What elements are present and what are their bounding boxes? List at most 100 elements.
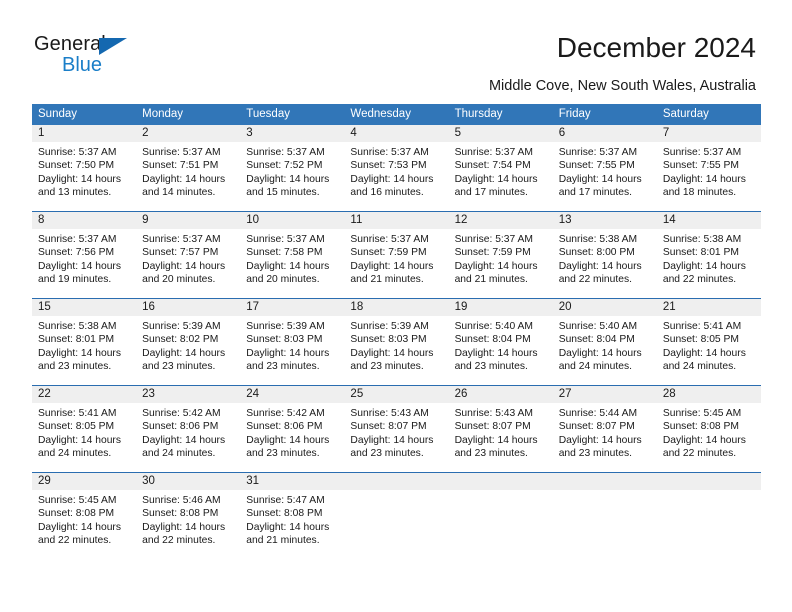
calendar-day-cell[interactable]: 15 Sunrise: 5:38 AM Sunset: 8:01 PM Dayligh… bbox=[32, 299, 137, 385]
daylight-duration-line1: Daylight: 14 hours bbox=[142, 260, 226, 272]
calendar-day-cell[interactable]: 21 Sunrise: 5:41 AM Sunset: 8:05 PM Dayligh… bbox=[656, 299, 761, 385]
sunset-time: Sunset: 8:08 PM bbox=[662, 421, 739, 433]
daylight-duration-line1: Daylight: 14 hours bbox=[558, 260, 642, 272]
sunrise-time: Sunrise: 5:37 AM bbox=[246, 147, 325, 158]
day-number: 29 bbox=[32, 473, 137, 490]
day-details: Sunrise: 5:37 AM Sunset: 7:59 PM Daylight:… bbox=[344, 229, 448, 286]
daylight-duration-line1: Daylight: 14 hours bbox=[454, 347, 538, 359]
calendar-day-cell[interactable]: 28 Sunrise: 5:45 AM Sunset: 8:08 PM Dayligh… bbox=[656, 386, 761, 472]
sunset-time: Sunset: 8:06 PM bbox=[142, 421, 219, 433]
daylight-duration-line2: and 20 minutes. bbox=[142, 273, 216, 285]
calendar-day-cell[interactable]: 31 Sunrise: 5:47 AM Sunset: 8:08 PM Dayligh… bbox=[240, 473, 345, 559]
calendar-day-cell[interactable]: 1 Sunrise: 5:37 AM Sunset: 7:50 PM Daylight… bbox=[32, 125, 137, 211]
calendar-day-cell[interactable]: 20 Sunrise: 5:40 AM Sunset: 8:04 PM Dayligh… bbox=[552, 299, 657, 385]
calendar-day-cell[interactable]: 13 Sunrise: 5:38 AM Sunset: 8:00 PM Dayligh… bbox=[552, 212, 657, 298]
day-details: Sunrise: 5:37 AM Sunset: 7:55 PM Daylight:… bbox=[553, 142, 657, 199]
calendar-day-cell[interactable]: 14 Sunrise: 5:38 AM Sunset: 8:01 PM Dayligh… bbox=[656, 212, 761, 298]
day-details: Sunrise: 5:38 AM Sunset: 8:01 PM Daylight:… bbox=[32, 316, 136, 373]
day-details: Sunrise: 5:45 AM Sunset: 8:08 PM Daylight:… bbox=[32, 490, 136, 547]
day-details: Sunrise: 5:37 AM Sunset: 7:50 PM Daylight:… bbox=[32, 142, 136, 199]
day-details: Sunrise: 5:42 AM Sunset: 8:06 PM Daylight:… bbox=[240, 403, 344, 460]
day-details: Sunrise: 5:37 AM Sunset: 7:57 PM Daylight:… bbox=[136, 229, 240, 286]
calendar-day-cell[interactable]: 30 Sunrise: 5:46 AM Sunset: 8:08 PM Dayligh… bbox=[136, 473, 241, 559]
sunrise-time: Sunrise: 5:41 AM bbox=[38, 408, 117, 419]
calendar-day-cell[interactable]: 5 Sunrise: 5:37 AM Sunset: 7:54 PM Daylight… bbox=[448, 125, 553, 211]
day-details bbox=[553, 490, 657, 494]
sunset-time: Sunset: 8:08 PM bbox=[246, 508, 323, 520]
calendar-day-cell[interactable]: 4 Sunrise: 5:37 AM Sunset: 7:53 PM Daylight… bbox=[344, 125, 449, 211]
sunset-time: Sunset: 8:05 PM bbox=[38, 421, 115, 433]
daylight-duration-line2: and 21 minutes. bbox=[350, 273, 424, 285]
calendar-day-cell[interactable]: 16 Sunrise: 5:39 AM Sunset: 8:02 PM Dayligh… bbox=[136, 299, 241, 385]
weekday-header-thursday: Thursday bbox=[454, 108, 503, 120]
calendar-week-inner: 22 Sunrise: 5:41 AM Sunset: 8:05 PM Dayligh… bbox=[32, 386, 761, 472]
calendar-day-cell[interactable]: 22 Sunrise: 5:41 AM Sunset: 8:05 PM Dayligh… bbox=[32, 386, 137, 472]
sunset-time: Sunset: 8:01 PM bbox=[38, 334, 115, 346]
calendar-week-inner: 8 Sunrise: 5:37 AM Sunset: 7:56 PM Daylight… bbox=[32, 212, 761, 298]
daylight-duration-line1: Daylight: 14 hours bbox=[662, 347, 746, 359]
daylight-duration-line2: and 19 minutes. bbox=[38, 273, 112, 285]
daylight-duration-line2: and 23 minutes. bbox=[454, 360, 528, 372]
sunrise-time: Sunrise: 5:37 AM bbox=[142, 234, 221, 245]
sunrise-time: Sunrise: 5:37 AM bbox=[246, 234, 325, 245]
calendar-day-cell[interactable]: 29 Sunrise: 5:45 AM Sunset: 8:08 PM Dayligh… bbox=[32, 473, 137, 559]
calendar-day-cell[interactable]: 25 Sunrise: 5:43 AM Sunset: 8:07 PM Dayligh… bbox=[344, 386, 449, 472]
weekday-header-monday: Monday bbox=[142, 108, 184, 120]
sunrise-time: Sunrise: 5:43 AM bbox=[454, 408, 533, 419]
day-details: Sunrise: 5:40 AM Sunset: 8:04 PM Daylight:… bbox=[449, 316, 553, 373]
day-details: Sunrise: 5:38 AM Sunset: 8:01 PM Daylight:… bbox=[657, 229, 761, 286]
daylight-duration-line1: Daylight: 14 hours bbox=[38, 434, 121, 446]
day-details: Sunrise: 5:37 AM Sunset: 7:59 PM Daylight:… bbox=[449, 229, 553, 286]
calendar-day-cell[interactable]: 3 Sunrise: 5:37 AM Sunset: 7:52 PM Daylight… bbox=[240, 125, 345, 211]
calendar-day-cell[interactable]: 10 Sunrise: 5:37 AM Sunset: 7:58 PM Dayligh… bbox=[240, 212, 345, 298]
sunrise-time: Sunrise: 5:46 AM bbox=[142, 495, 221, 506]
daylight-duration-line2: and 22 minutes. bbox=[142, 534, 216, 546]
day-number: 13 bbox=[552, 212, 657, 229]
day-number: 11 bbox=[344, 212, 449, 229]
daylight-duration-line2: and 15 minutes. bbox=[246, 186, 320, 198]
calendar-day-cell[interactable]: 24 Sunrise: 5:42 AM Sunset: 8:06 PM Dayligh… bbox=[240, 386, 345, 472]
daylight-duration-line1: Daylight: 14 hours bbox=[558, 434, 642, 446]
day-details: Sunrise: 5:37 AM Sunset: 7:58 PM Daylight:… bbox=[240, 229, 344, 286]
calendar-day-cell[interactable]: 8 Sunrise: 5:37 AM Sunset: 7:56 PM Daylight… bbox=[32, 212, 137, 298]
daylight-duration-line2: and 17 minutes. bbox=[454, 186, 528, 198]
day-number: 12 bbox=[448, 212, 553, 229]
calendar-day-cell[interactable]: 26 Sunrise: 5:43 AM Sunset: 8:07 PM Dayligh… bbox=[448, 386, 553, 472]
calendar-week-row: 15 Sunrise: 5:38 AM Sunset: 8:01 PM Dayligh… bbox=[32, 298, 761, 385]
calendar-day-cell[interactable]: 7 Sunrise: 5:37 AM Sunset: 7:55 PM Daylight… bbox=[656, 125, 761, 211]
calendar-day-cell[interactable]: 18 Sunrise: 5:39 AM Sunset: 8:03 PM Dayligh… bbox=[344, 299, 449, 385]
calendar-day-cell[interactable]: 6 Sunrise: 5:37 AM Sunset: 7:55 PM Daylight… bbox=[552, 125, 657, 211]
calendar-day-cell[interactable]: 9 Sunrise: 5:37 AM Sunset: 7:57 PM Daylight… bbox=[136, 212, 241, 298]
daylight-duration-line1: Daylight: 14 hours bbox=[38, 521, 121, 533]
weekday-header-row: Sunday Monday Tuesday Wednesday Thursday… bbox=[32, 104, 761, 125]
daylight-duration-line1: Daylight: 14 hours bbox=[350, 434, 434, 446]
day-number: 1 bbox=[32, 125, 137, 142]
daylight-duration-line1: Daylight: 14 hours bbox=[142, 521, 226, 533]
daylight-duration-line1: Daylight: 14 hours bbox=[246, 347, 330, 359]
daylight-duration-line1: Daylight: 14 hours bbox=[662, 434, 746, 446]
calendar-day-cell[interactable]: 19 Sunrise: 5:40 AM Sunset: 8:04 PM Dayligh… bbox=[448, 299, 553, 385]
calendar-day-cell[interactable]: 17 Sunrise: 5:39 AM Sunset: 8:03 PM Dayligh… bbox=[240, 299, 345, 385]
calendar-day-cell[interactable]: 11 Sunrise: 5:37 AM Sunset: 7:59 PM Dayligh… bbox=[344, 212, 449, 298]
sunset-time: Sunset: 7:53 PM bbox=[350, 160, 427, 172]
daylight-duration-line1: Daylight: 14 hours bbox=[454, 173, 538, 185]
sunrise-time: Sunrise: 5:38 AM bbox=[558, 234, 638, 245]
daylight-duration-line2: and 21 minutes. bbox=[454, 273, 528, 285]
day-details: Sunrise: 5:45 AM Sunset: 8:08 PM Daylight:… bbox=[657, 403, 761, 460]
calendar-weeks: 1 Sunrise: 5:37 AM Sunset: 7:50 PM Daylight… bbox=[32, 125, 761, 559]
generalblue-logo[interactable]: General Blue bbox=[34, 33, 234, 85]
logo-text-general: General bbox=[34, 33, 106, 55]
day-details: Sunrise: 5:37 AM Sunset: 7:53 PM Daylight:… bbox=[344, 142, 448, 199]
calendar-week-inner: 15 Sunrise: 5:38 AM Sunset: 8:01 PM Dayligh… bbox=[32, 299, 761, 385]
day-details bbox=[657, 490, 761, 494]
day-details bbox=[449, 490, 553, 494]
calendar-day-cell[interactable]: 27 Sunrise: 5:44 AM Sunset: 8:07 PM Dayligh… bbox=[552, 386, 657, 472]
calendar-day-cell[interactable]: 23 Sunrise: 5:42 AM Sunset: 8:06 PM Dayligh… bbox=[136, 386, 241, 472]
calendar-day-cell[interactable]: 12 Sunrise: 5:37 AM Sunset: 7:59 PM Dayligh… bbox=[448, 212, 553, 298]
sunset-time: Sunset: 8:07 PM bbox=[454, 421, 531, 433]
daylight-duration-line1: Daylight: 14 hours bbox=[350, 347, 434, 359]
sunrise-time: Sunrise: 5:37 AM bbox=[350, 234, 429, 245]
weekday-header-sunday: Sunday bbox=[38, 108, 78, 120]
calendar-day-cell[interactable]: 2 Sunrise: 5:37 AM Sunset: 7:51 PM Daylight… bbox=[136, 125, 241, 211]
weekday-header-tuesday: Tuesday bbox=[246, 108, 290, 120]
